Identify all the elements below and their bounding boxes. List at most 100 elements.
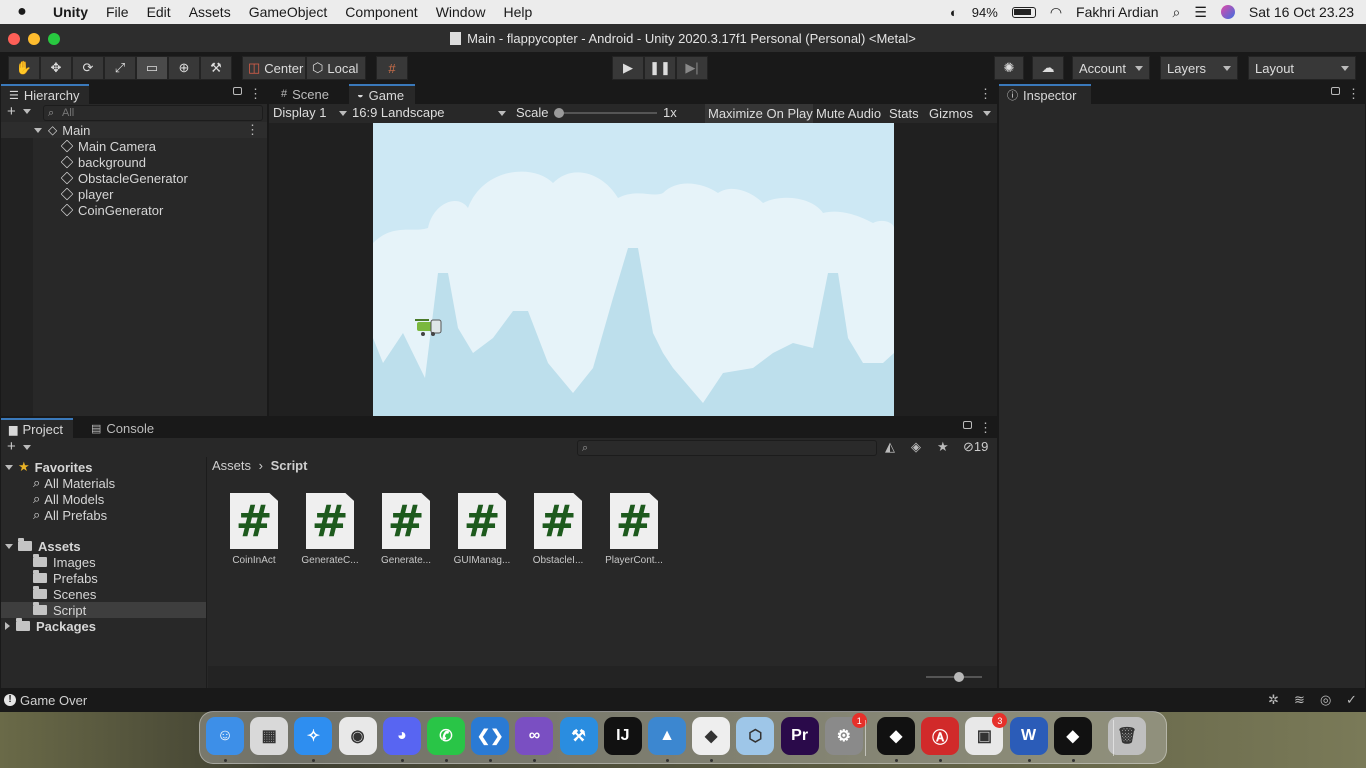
folder-item-script-selected[interactable] <box>1 602 206 618</box>
hierarchy-item-obstacle-generator[interactable]: ObstacleGenerator <box>60 170 188 186</box>
scale-slider[interactable] <box>554 108 657 118</box>
apple-menu-icon[interactable]: ● <box>0 3 44 21</box>
progress-check-icon[interactable]: ✓ <box>1346 692 1357 708</box>
menu-assets[interactable]: Assets <box>180 4 240 20</box>
filter-by-type-icon[interactable]: ◭ <box>885 439 895 455</box>
layout-dropdown[interactable]: Layout <box>1248 56 1356 80</box>
cache-server-icon[interactable]: ≋ <box>1294 692 1305 708</box>
pause-button[interactable]: ❚❚ <box>644 56 676 80</box>
packages-row[interactable]: Packages <box>5 618 96 634</box>
pivot-local-toggle[interactable]: ⬡ Local <box>306 56 366 80</box>
safari-icon[interactable]: ✧ <box>294 717 333 755</box>
close-window-button[interactable] <box>8 33 20 45</box>
aspect-dropdown[interactable]: 16:9 Landscape <box>352 105 506 122</box>
layers-dropdown[interactable]: Layers <box>1160 56 1238 80</box>
vscode-icon[interactable]: ❮❯ <box>471 717 510 755</box>
breadcrumb-assets[interactable]: Assets <box>212 458 251 473</box>
debug-bug-icon[interactable]: ✲ <box>1268 692 1279 708</box>
favorite-item-all-models[interactable]: ⌕ All Models <box>33 491 104 507</box>
menu-help[interactable]: Help <box>494 4 541 20</box>
battery-icon[interactable] <box>1011 6 1036 18</box>
display-dropdown[interactable]: Display 1 <box>273 105 347 122</box>
chrome-icon[interactable]: ◉ <box>338 717 377 755</box>
asset-coininact[interactable]: # CoinInAct <box>216 493 292 566</box>
menu-edit[interactable]: Edit <box>138 4 180 20</box>
lock-icon[interactable] <box>1331 87 1340 95</box>
folder-item-images[interactable]: Images <box>33 554 96 570</box>
asset-guimanag[interactable]: # GUIManag... <box>444 493 520 566</box>
custom-tool-button[interactable]: ⚒ <box>200 56 232 80</box>
tab-hierarchy[interactable]: ☰ Hierarchy <box>1 84 89 104</box>
hidden-packages-toggle[interactable]: ⊘19 <box>963 439 988 455</box>
android-studio-icon[interactable]: ▲ <box>648 717 686 755</box>
folder-item-scenes[interactable]: Scenes <box>33 586 96 602</box>
audio-icon[interactable]: ◐ <box>950 5 958 20</box>
panel-menu-icon[interactable]: ⋮ <box>979 86 992 102</box>
lock-icon[interactable] <box>963 421 972 429</box>
hierarchy-item-main-camera[interactable]: Main Camera <box>60 138 156 154</box>
intellij-icon[interactable]: IJ <box>603 717 642 755</box>
icon-size-slider[interactable] <box>926 672 982 682</box>
premiere-icon[interactable]: Pr <box>780 717 819 755</box>
tab-project[interactable]: ▆ Project <box>1 418 73 438</box>
asset-generate[interactable]: # Generate... <box>368 493 444 566</box>
maximize-on-play-toggle[interactable]: Maximize On Play <box>705 104 813 123</box>
menu-component[interactable]: Component <box>336 4 426 20</box>
create-plus-icon[interactable]: + <box>7 438 16 455</box>
step-button[interactable]: ▶| <box>676 56 708 80</box>
finder-icon[interactable]: ☺ <box>206 717 244 755</box>
unity-editor-icon[interactable]: ◆ <box>877 717 915 755</box>
chevron-down-icon[interactable] <box>23 445 31 450</box>
discord-icon[interactable]: ◕ <box>382 717 421 755</box>
favorite-item-all-materials[interactable]: ⌕ All Materials <box>33 475 115 491</box>
mute-audio-toggle[interactable]: Mute Audio <box>816 104 886 123</box>
scale-tool-button[interactable]: ⤢ <box>104 56 136 80</box>
pivot-center-toggle[interactable]: ◫ Center <box>242 56 306 80</box>
icon-size-slider-thumb[interactable] <box>954 672 964 682</box>
create-plus-icon[interactable]: + <box>7 103 16 120</box>
tab-console[interactable]: ▤ Console <box>83 418 161 438</box>
siri-icon[interactable] <box>1220 5 1235 19</box>
tab-scene[interactable]: # Scene <box>273 84 347 104</box>
chevron-down-icon[interactable] <box>23 109 31 114</box>
transform-tool-button[interactable]: ⊕ <box>168 56 200 80</box>
expand-arrow-icon[interactable] <box>5 464 13 470</box>
unity-hub-icon[interactable]: ◆ <box>692 717 731 755</box>
folder-item-prefabs[interactable]: Prefabs <box>33 570 98 586</box>
visual-studio-icon[interactable]: ∞ <box>515 717 554 755</box>
scene-row-main[interactable]: ◇ Main ⋮ <box>1 122 267 138</box>
whatsapp-icon[interactable]: ✆ <box>427 717 465 755</box>
scale-slider-thumb[interactable] <box>554 108 564 118</box>
spotlight-search-icon[interactable]: ⌕ <box>1173 4 1181 21</box>
cloud-services-icon[interactable]: ☁ <box>1032 56 1064 80</box>
xcode-icon[interactable]: ⚒ <box>559 717 598 755</box>
project-search-input[interactable]: ⌕ <box>577 440 877 456</box>
wifi-icon[interactable]: ◠ <box>1050 4 1062 21</box>
zoom-window-button[interactable] <box>48 33 60 45</box>
word-icon[interactable]: W <box>1009 717 1048 755</box>
tab-game[interactable]: ◒ Game <box>349 84 415 104</box>
folder-item-script[interactable]: Script <box>33 602 86 618</box>
panel-menu-icon[interactable]: ⋮ <box>1347 86 1360 102</box>
asset-obstaclei[interactable]: # ObstacleI... <box>520 493 596 566</box>
game-render[interactable] <box>373 123 894 416</box>
unity-player-icon[interactable]: ◆ <box>1053 717 1092 755</box>
tab-inspector[interactable]: ⓘ Inspector <box>999 84 1091 104</box>
scene-menu-icon[interactable]: ⋮ <box>246 122 259 138</box>
favorite-star-icon[interactable]: ★ <box>937 439 949 455</box>
asset-playercont[interactable]: # PlayerCont... <box>596 493 672 566</box>
user-name[interactable]: Fakhri Ardian <box>1076 4 1158 20</box>
hand-tool-button[interactable]: ✋ <box>8 56 40 80</box>
auto-generate-lighting-icon[interactable]: ◎ <box>1320 692 1331 708</box>
rotate-tool-button[interactable]: ⟳ <box>72 56 104 80</box>
favorite-item-all-prefabs[interactable]: ⌕ All Prefabs <box>33 507 107 523</box>
asset-generatec[interactable]: # GenerateC... <box>292 493 368 566</box>
stats-toggle[interactable]: Stats <box>889 104 925 123</box>
rect-tool-button[interactable]: ▭ <box>136 56 168 80</box>
gizmos-dropdown[interactable]: Gizmos <box>929 104 995 123</box>
acrobat-icon[interactable]: Ⓐ <box>921 717 960 755</box>
hierarchy-item-coin-generator[interactable]: CoinGenerator <box>60 202 163 218</box>
status-message[interactable]: Game Over <box>20 693 87 708</box>
account-dropdown[interactable]: Account <box>1072 56 1150 80</box>
collapsed-arrow-icon[interactable] <box>5 622 10 630</box>
